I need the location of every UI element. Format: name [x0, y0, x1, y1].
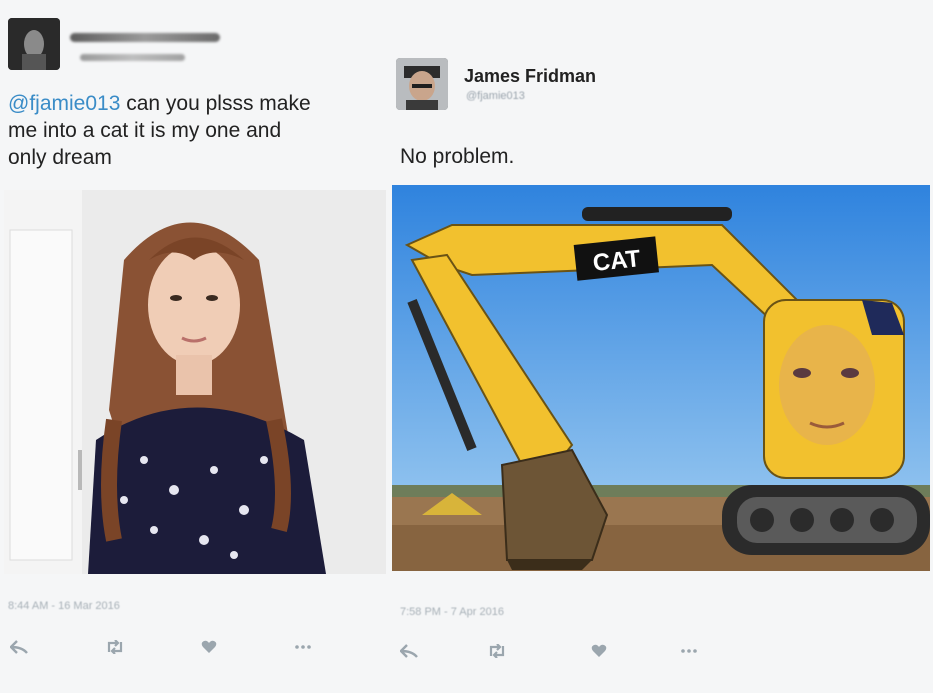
tweet-actions: [390, 640, 933, 662]
avatar[interactable]: [8, 18, 60, 70]
avatar[interactable]: [396, 58, 448, 110]
more-icon[interactable]: [292, 636, 314, 658]
tweet-actions: [0, 636, 390, 658]
more-icon[interactable]: [678, 640, 700, 662]
right-tweet: James Fridman @fjamie013 No problem. CAT…: [390, 0, 933, 693]
tweet-text: @fjamie013 can you plsss make me into a …: [8, 92, 311, 169]
user-handle[interactable]: @fjamie013: [466, 90, 525, 102]
cat-brand-text: CAT: [592, 245, 642, 277]
retweet-icon[interactable]: [104, 636, 126, 658]
reply-icon[interactable]: [398, 640, 420, 662]
timestamp[interactable]: 7:58 PM - 7 Apr 2016: [400, 606, 504, 618]
left-tweet: @fjamie013 can you plsss make me into a …: [0, 0, 390, 693]
timestamp[interactable]: 8:44 AM - 16 Mar 2016: [8, 600, 120, 612]
tweet-text: No problem.: [400, 145, 515, 168]
redacted-handle: [80, 54, 185, 61]
tweet-photo-excavator[interactable]: CAT: [392, 185, 930, 571]
reply-icon[interactable]: [8, 636, 30, 658]
retweet-icon[interactable]: [486, 640, 508, 662]
heart-icon[interactable]: [198, 636, 220, 658]
display-name[interactable]: James Fridman: [464, 66, 596, 87]
redacted-name: [70, 33, 220, 42]
mention-link[interactable]: @fjamie013: [8, 92, 120, 115]
tweet-photo-girl[interactable]: [4, 190, 386, 574]
heart-icon[interactable]: [588, 640, 610, 662]
